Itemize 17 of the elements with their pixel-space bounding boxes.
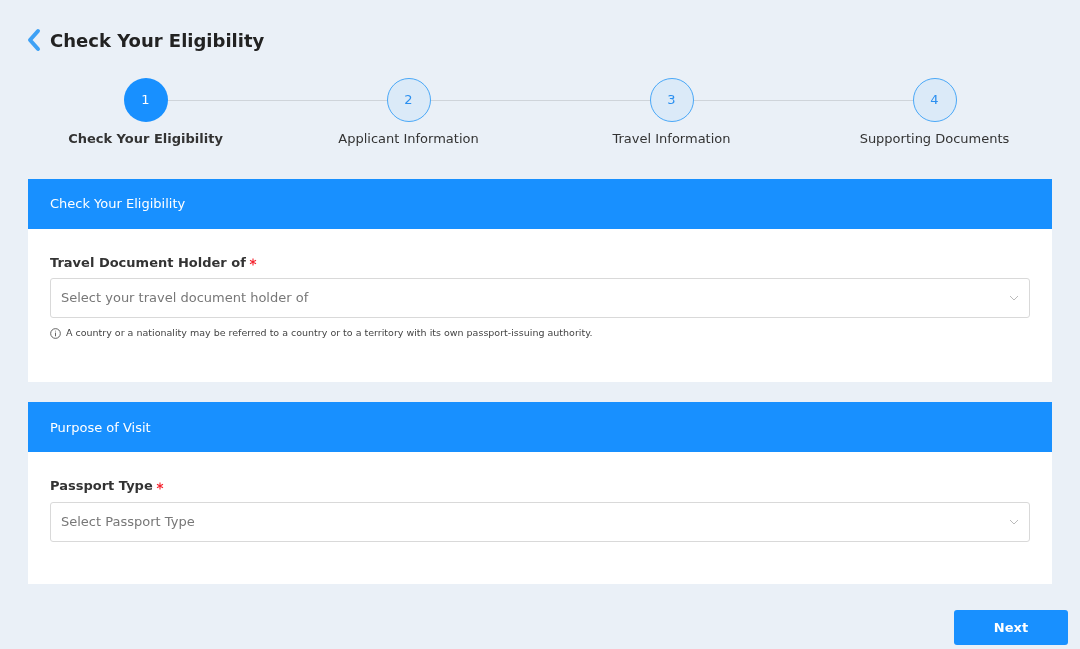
section-title: Check Your Eligibility — [50, 194, 186, 213]
info-icon — [50, 327, 61, 339]
field-label: Travel Document Holder of — [50, 253, 246, 272]
field-label: Passport Type — [50, 477, 153, 496]
step-label: Applicant Information — [338, 130, 479, 148]
back-chevron-icon[interactable] — [26, 28, 42, 52]
section-title: Purpose of Visit — [50, 418, 151, 437]
step-label: Supporting Documents — [859, 130, 1010, 148]
page-title: Check Your Eligibility — [50, 28, 265, 53]
select-field[interactable]: Select your travel document holder of — [50, 278, 1030, 318]
hint-text: A country or a nationality may be referred to a country or to a territory with its own passport-issuing authority. — [66, 326, 593, 340]
select-field[interactable]: Select Passport Type — [50, 501, 1030, 542]
chevron-down-icon — [1009, 518, 1019, 525]
chevron-down-icon — [1009, 295, 1019, 301]
next-button[interactable]: Next — [954, 609, 1068, 645]
step-label: Check Your Eligibility — [68, 130, 223, 148]
step-label: Travel Information — [612, 130, 731, 148]
